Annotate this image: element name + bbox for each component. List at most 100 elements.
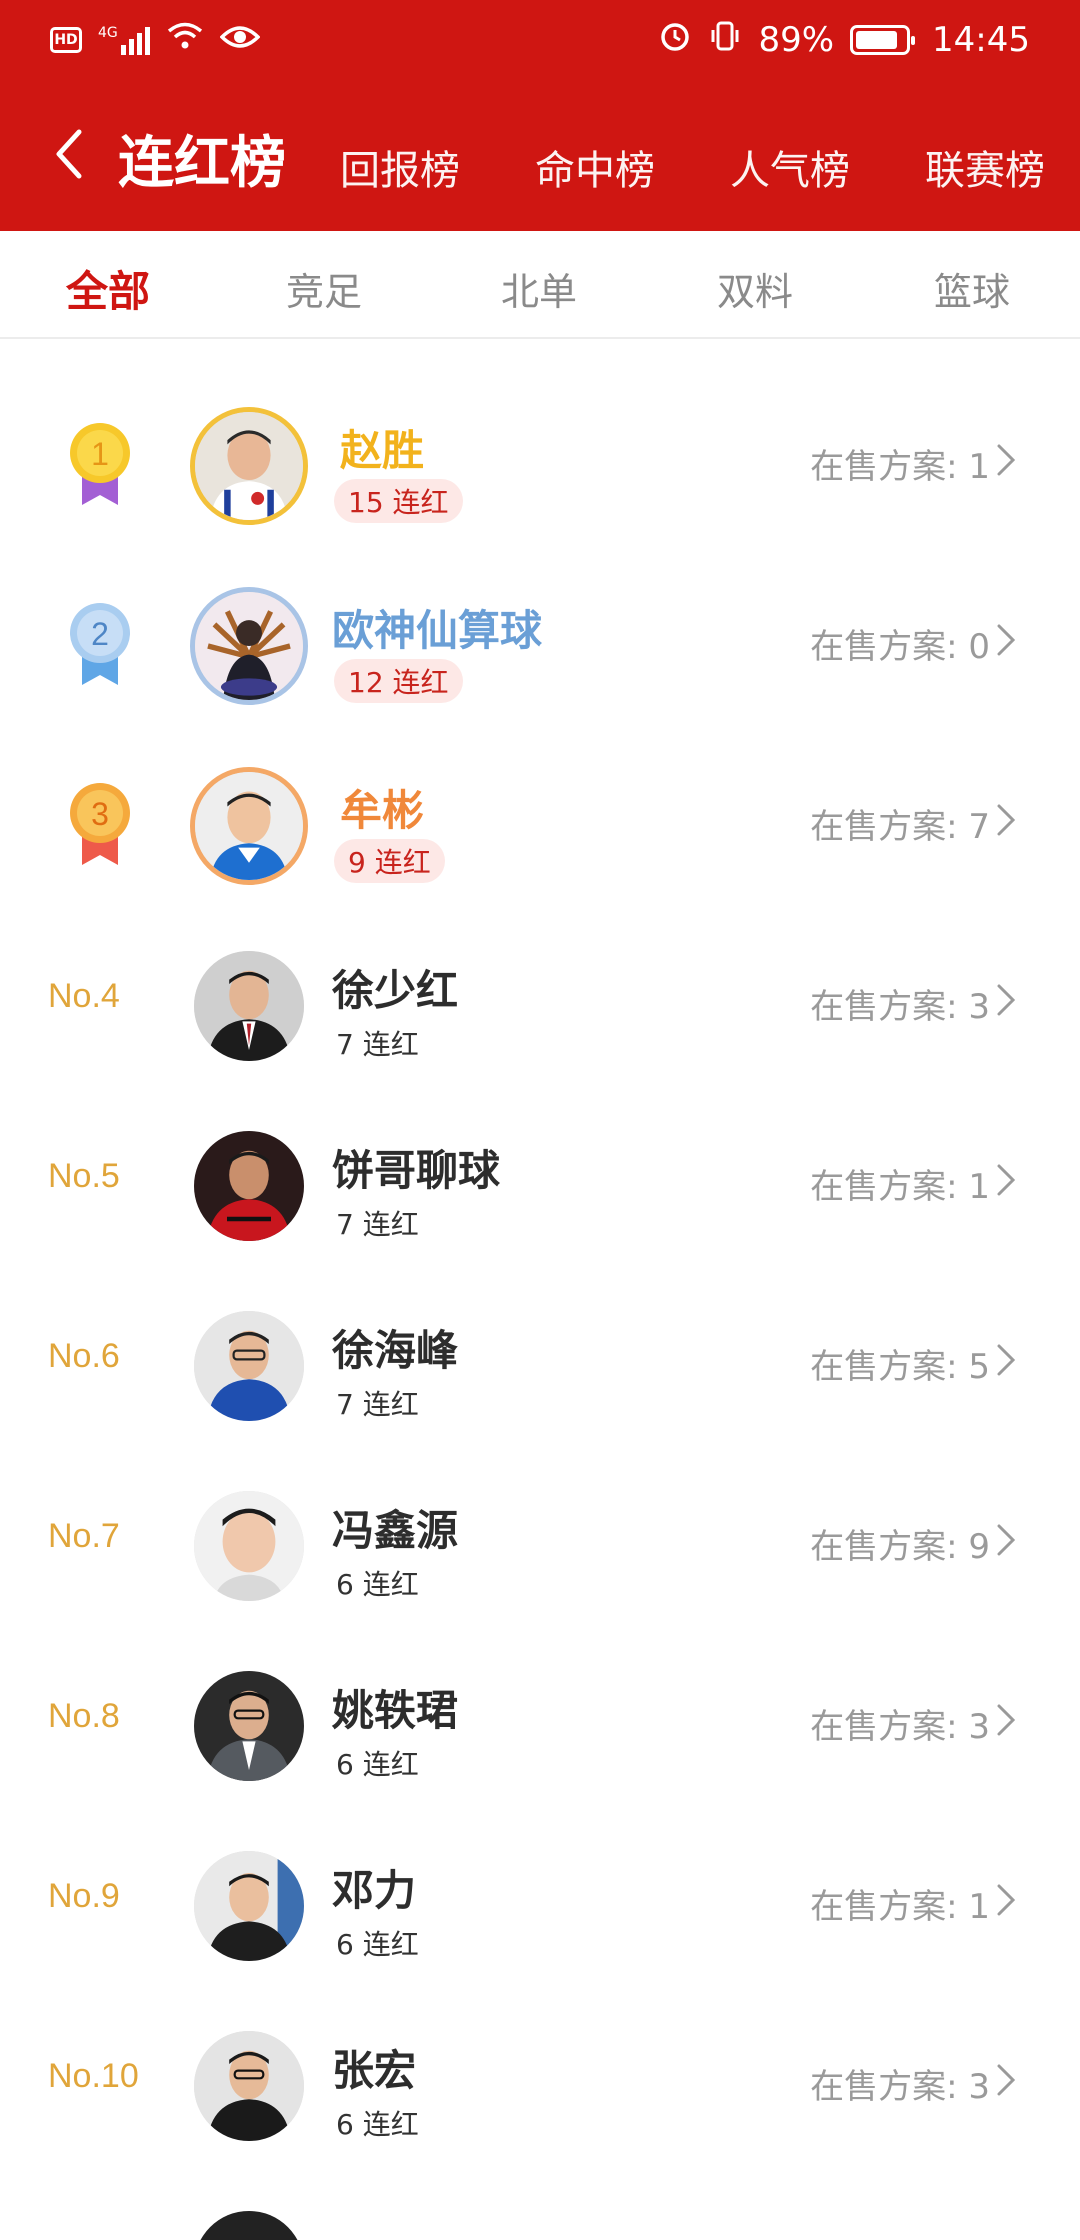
battery-percent: 89% — [758, 20, 835, 60]
chevron-right-icon — [997, 444, 1016, 476]
list-item[interactable]: 1 赵胜 15 连红 在售方案: 1 — [0, 375, 1080, 555]
tab-league[interactable]: 联赛榜 — [925, 138, 1045, 196]
rank-number: No.9 — [48, 1877, 120, 1915]
streak-count: 7 连红 — [336, 1208, 419, 1241]
rank-number: No.4 — [48, 977, 120, 1015]
chevron-right-icon — [997, 984, 1016, 1016]
chevron-right-icon — [997, 1884, 1016, 1916]
expert-name: 邓力 — [332, 1866, 417, 1915]
svg-text:3: 3 — [91, 796, 109, 832]
wifi-icon — [166, 20, 204, 60]
streak-badge: 9 连红 — [334, 839, 445, 883]
avatar[interactable] — [190, 407, 308, 525]
expert-name: 饼哥聊球 — [332, 1146, 501, 1195]
list-item[interactable]: No.4 徐少红 7 连红 在售方案: 3 — [0, 915, 1080, 1095]
clock: 14:45 — [932, 20, 1030, 60]
chevron-right-icon — [997, 1704, 1016, 1736]
chevron-right-icon — [997, 1164, 1016, 1196]
svg-text:1: 1 — [91, 436, 109, 472]
onsale-count: 在售方案: 5 — [810, 1347, 990, 1387]
hd-icon: HD — [50, 27, 82, 53]
page-title: 连红榜 — [118, 131, 286, 196]
streak-count: 7 连红 — [336, 1028, 419, 1061]
tab-all[interactable]: 全部 — [28, 258, 188, 319]
chevron-right-icon — [997, 624, 1016, 656]
back-button[interactable] — [48, 124, 88, 184]
avatar[interactable] — [190, 587, 308, 705]
expert-name: 徐少红 — [332, 966, 459, 1015]
status-right: 89% 14:45 — [658, 19, 1030, 62]
avatar[interactable] — [194, 951, 304, 1061]
list-item[interactable]: No.5 饼哥聊球 7 连红 在售方案: 1 — [0, 1095, 1080, 1275]
gold-medal-icon: 1 — [68, 421, 132, 511]
tab-popular[interactable]: 人气榜 — [730, 138, 850, 196]
avatar[interactable] — [194, 1851, 304, 1961]
vibrate-icon — [708, 19, 742, 62]
chevron-right-icon — [997, 804, 1016, 836]
category-tabs: 全部 竞足 北单 双料 篮球 — [0, 231, 1080, 339]
list-item[interactable]: No.8 姚轶珺 6 连红 在售方案: 3 — [0, 1635, 1080, 1815]
onsale-count: 在售方案: 3 — [810, 1707, 990, 1747]
chevron-right-icon — [997, 2064, 1016, 2096]
alarm-icon — [658, 19, 692, 62]
streak-count: 7 连红 — [336, 1388, 419, 1421]
nav-bar: 连红榜 回报榜 命中榜 人气榜 联赛榜 — [0, 100, 1080, 220]
list-item[interactable]: 2 欧神仙算球 12 连红 在售方案: 0 — [0, 555, 1080, 735]
list-item[interactable]: No.6 徐海峰 7 连红 在售方案: 5 — [0, 1275, 1080, 1455]
avatar[interactable] — [194, 2211, 304, 2240]
list-item[interactable]: No.10 张宏 6 连红 在售方案: 3 — [0, 1995, 1080, 2175]
battery-icon — [850, 25, 916, 55]
expert-name: 冯鑫源 — [332, 1506, 459, 1555]
list-item[interactable]: No.7 冯鑫源 6 连红 在售方案: 9 — [0, 1455, 1080, 1635]
silver-medal-icon: 2 — [68, 601, 132, 691]
status-left: HD 4G — [50, 20, 261, 60]
tab-beidan[interactable]: 北单 — [459, 261, 619, 316]
expert-name: 张宏 — [332, 2046, 417, 2095]
chevron-right-icon — [997, 1344, 1016, 1376]
streak-badge: 12 连红 — [334, 659, 463, 703]
avatar[interactable] — [194, 1491, 304, 1601]
rank-number: No.6 — [48, 1337, 120, 1375]
list-item[interactable]: 3 牟彬 9 连红 在售方案: 7 — [0, 735, 1080, 915]
avatar[interactable] — [194, 1131, 304, 1241]
avatar[interactable] — [194, 1671, 304, 1781]
tab-jingzu[interactable]: 竞足 — [244, 261, 404, 316]
list-item-partial[interactable] — [0, 2175, 1080, 2240]
rank-number: No.10 — [48, 2057, 139, 2095]
chevron-left-icon — [56, 129, 82, 179]
streak-count: 6 连红 — [336, 1928, 419, 1961]
streak-count: 6 连红 — [336, 1568, 419, 1601]
avatar[interactable] — [194, 2031, 304, 2141]
status-bar: HD 4G 89% 14:45 — [0, 0, 1080, 80]
onsale-count: 在售方案: 1 — [810, 1887, 990, 1927]
onsale-count: 在售方案: 3 — [810, 2067, 990, 2107]
network-type: 4G — [98, 25, 118, 41]
streak-count: 6 连红 — [336, 1748, 419, 1781]
expert-name: 徐海峰 — [332, 1326, 459, 1375]
onsale-count: 在售方案: 9 — [810, 1527, 990, 1567]
expert-name: 赵胜 — [340, 426, 425, 475]
eye-icon — [219, 20, 261, 60]
onsale-count: 在售方案: 1 — [810, 447, 990, 487]
expert-name: 欧神仙算球 — [332, 606, 543, 655]
tab-basketball[interactable]: 篮球 — [892, 261, 1052, 316]
streak-badge: 15 连红 — [334, 479, 463, 523]
onsale-count: 在售方案: 1 — [810, 1167, 990, 1207]
rank-number: No.5 — [48, 1157, 120, 1195]
tab-hit[interactable]: 命中榜 — [535, 138, 655, 196]
avatar[interactable] — [190, 767, 308, 885]
tab-return[interactable]: 回报榜 — [340, 138, 460, 196]
svg-text:2: 2 — [91, 616, 109, 652]
expert-name: 牟彬 — [340, 786, 425, 835]
rank-number: No.8 — [48, 1697, 120, 1735]
app-header: HD 4G 89% 14:45 连红榜 回报榜 命中榜 人气榜 联赛榜 — [0, 0, 1080, 231]
avatar[interactable] — [194, 1311, 304, 1421]
onsale-count: 在售方案: 3 — [810, 987, 990, 1027]
tab-shuangliao[interactable]: 双料 — [675, 261, 835, 316]
signal-icon: 4G — [98, 25, 150, 55]
list-item[interactable]: No.9 邓力 6 连红 在售方案: 1 — [0, 1815, 1080, 1995]
onsale-count: 在售方案: 0 — [810, 627, 990, 667]
expert-name: 姚轶珺 — [332, 1686, 459, 1735]
chevron-right-icon — [997, 1524, 1016, 1556]
bronze-medal-icon: 3 — [68, 781, 132, 871]
